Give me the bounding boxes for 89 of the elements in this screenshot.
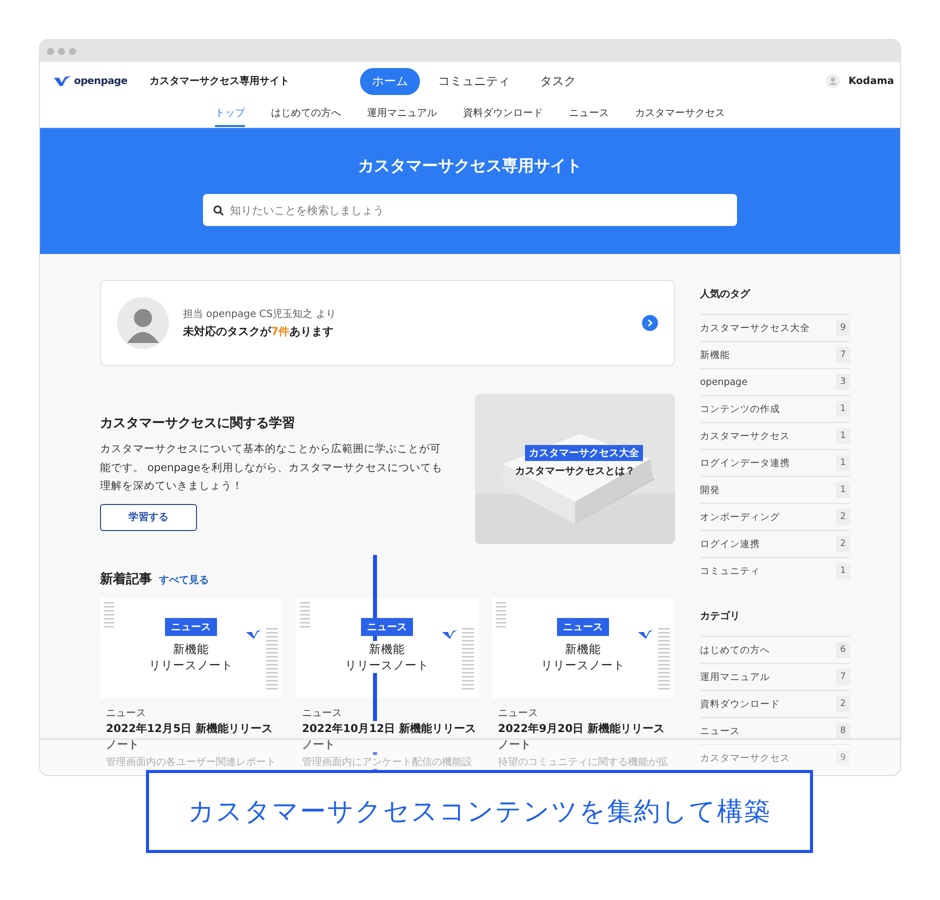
thumbnail-tag: ニュース [165,618,217,636]
subnav-tab[interactable]: 資料ダウンロード [463,100,543,127]
nav-tab[interactable]: タスク [528,68,588,94]
site-name: カスタマーサクセス専用サイト [149,74,290,88]
item-name: カスタマーサクセス [700,752,790,764]
section-description: カスタマーサクセスについて基本的なことから広範囲に学ぶことが可能です。 openpageを利用しながら、カスタマーサクセスについても理解を深めていきましょう！ [100,442,444,494]
count-badge: 2 [836,509,850,525]
nav-tab[interactable]: コミュニティ [426,68,522,94]
avatar-icon [117,297,169,349]
search-field[interactable]: 知りたいことを検索しましょう [203,194,737,226]
item-name: ログインデータ連携 [700,456,790,470]
count-badge: 1 [836,428,850,444]
article-card[interactable]: ニュース 新機能 リリースノート ニュース 2022年9月20日 新機能リリースノート 待望のコミュニティに関する機能が拡 [492,598,674,770]
user-icon[interactable] [826,74,840,88]
sidebar-item[interactable]: コンテンツの作成 1 [700,395,850,422]
article-card[interactable]: ニュース 新機能 リリースノート ニュース 2022年10月12日 新機能リリースノート 管理画面内にアンケート配信の機能設 [296,598,478,770]
item-name: コミュニティ [700,564,760,578]
thumbnail-title: 新機能 [173,641,209,658]
section-heading: カスタマーサクセスに関する学習 [100,415,296,432]
item-name: openpage [700,376,748,388]
count-badge: 7 [836,347,850,363]
article-category: ニュース [105,707,147,720]
count-badge: 6 [836,642,850,658]
sidebar-item[interactable]: はじめての方へ 6 [700,636,850,663]
sidebar-heading: カテゴリ [700,610,741,623]
count-badge: 8 [836,723,850,739]
count-badge: 1 [836,482,850,498]
image-caption: カスタマーサクセスとは？ [515,465,635,478]
sidebar-item[interactable]: ニュース 8 [700,717,850,744]
task-card[interactable]: 担当 openpage CS児玉知之 より 未対応のタスクが7件あります [100,280,675,366]
task-message: 未対応のタスクが7件あります [183,324,335,339]
logo-text[interactable]: openpage [74,76,128,86]
sidebar-item[interactable]: openpage 3 [700,368,850,395]
count-badge: 1 [836,563,850,579]
sidebar-item[interactable]: 開発 1 [700,476,850,503]
item-name: 資料ダウンロード [700,698,780,710]
learn-button[interactable]: 学習する [100,504,197,531]
count-badge: 1 [836,401,850,417]
user-name[interactable]: Kodama [848,76,894,86]
item-name: 開発 [700,484,720,496]
subnav-tab[interactable]: 運用マニュアル [367,100,437,127]
sidebar-heading: 人気のタグ [700,288,752,301]
item-name: カスタマーサクセス大全 [700,322,810,334]
item-name: カスタマーサクセス [700,430,790,442]
section-heading: 新着記事 [100,570,152,588]
item-name: ニュース [700,724,740,738]
arrow-button[interactable] [642,315,658,331]
hero-title: カスタマーサクセス専用サイト [358,156,582,177]
count-badge: 9 [836,750,850,766]
item-name: はじめての方へ [700,644,770,656]
count-badge: 9 [836,320,850,336]
thumbnail-tag: ニュース [557,618,609,636]
sidebar-item[interactable]: コミュニティ 1 [700,557,850,584]
thumbnail-title: リリースノート [345,657,429,674]
see-all-link[interactable]: すべて見る [159,573,209,587]
article-category: ニュース [301,707,343,720]
item-name: 運用マニュアル [700,670,770,684]
item-name: ログイン連携 [700,538,760,550]
thumbnail-tag: ニュース [361,618,413,636]
subnav-tab[interactable]: ニュース [569,100,609,127]
article-category: ニュース [497,707,539,720]
thumbnail-title: 新機能 [565,641,601,658]
image-tag: カスタマーサクセス大全 [525,445,643,461]
chevron-right-icon [647,319,653,327]
article-card[interactable]: ニュース 新機能 リリースノート ニュース 2022年12月5日 新機能リリースノート 管理画面内の各ユーザー関連レポート [100,598,282,770]
search-icon [213,205,224,216]
sidebar-item[interactable]: カスタマーサクセス大全 9 [700,314,850,341]
callout-text: カスタマーサクセスコンテンツを集約して構築 [146,770,813,853]
item-name: 新機能 [700,348,730,362]
count-badge: 1 [836,455,850,471]
item-name: オンボーディング [700,510,780,524]
sidebar-item[interactable]: ログイン連携 2 [700,530,850,557]
thumbnail-title: 新機能 [369,641,405,658]
count-badge: 3 [836,374,850,390]
subnav-tab[interactable]: はじめての方へ [271,100,341,127]
count-badge: 2 [836,536,850,552]
sidebar-item[interactable]: オンボーディング 2 [700,503,850,530]
bird-logo-icon [54,76,71,86]
count-badge: 2 [836,696,850,712]
item-name: コンテンツの作成 [700,402,780,416]
nav-tab[interactable]: ホーム [360,68,420,94]
sidebar-item[interactable]: 運用マニュアル 7 [700,663,850,690]
assignee-text: 担当 openpage CS児玉知之 より [183,308,336,321]
sidebar-item[interactable]: 資料ダウンロード 2 [700,690,850,717]
subnav-tab[interactable]: カスタマーサクセス [635,100,725,127]
sidebar-item[interactable]: 新機能 7 [700,341,850,368]
count-badge: 7 [836,669,850,685]
sidebar-item[interactable]: カスタマーサクセス 1 [700,422,850,449]
sidebar-item[interactable]: ログインデータ連携 1 [700,449,850,476]
